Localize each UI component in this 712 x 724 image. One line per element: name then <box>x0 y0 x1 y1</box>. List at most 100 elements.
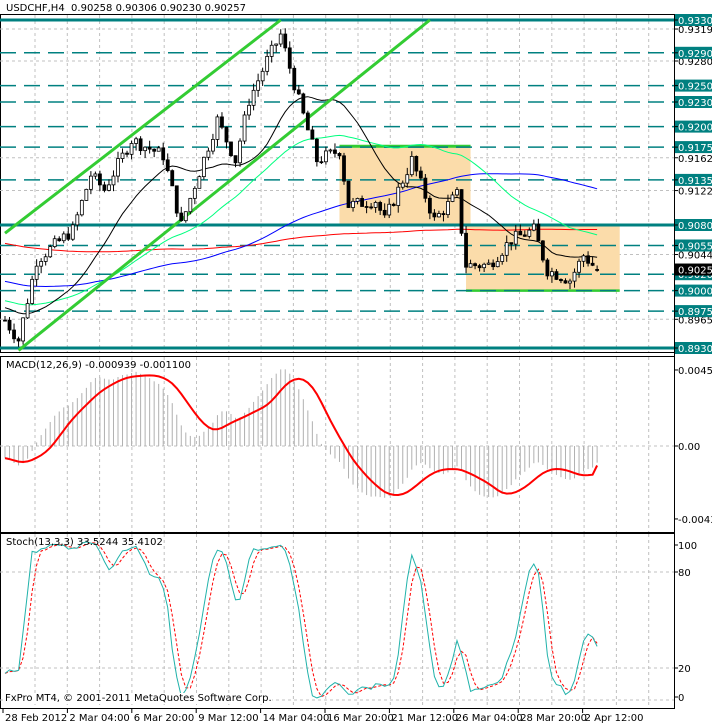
candle-body <box>278 33 283 45</box>
candle-body <box>581 255 586 262</box>
candle-body <box>269 44 274 57</box>
price-level-label: 0.91750 <box>678 143 712 154</box>
candle-body <box>188 197 193 213</box>
candle-body <box>192 187 197 199</box>
candle-body <box>3 319 7 322</box>
candle-body <box>346 180 351 208</box>
candle-body <box>98 173 102 186</box>
candle-body <box>337 153 342 157</box>
candle <box>201 156 206 180</box>
candle-body <box>75 214 80 226</box>
candle-body <box>418 170 423 179</box>
candle <box>346 180 351 208</box>
candle-body <box>364 206 369 208</box>
candle-body <box>152 148 157 152</box>
stoch-label: Stoch(13,3,3) 33.5244 35.4102 <box>6 537 163 548</box>
candle <box>229 141 233 158</box>
ohlc-label: 0.90258 0.90306 0.90230 0.90257 <box>71 3 246 14</box>
time-axis-label: 14 Mar 04:00 <box>263 713 330 724</box>
candle <box>84 188 89 201</box>
candle-body <box>495 261 500 268</box>
candle-body <box>305 112 310 131</box>
candle-body <box>450 194 455 202</box>
candle-body <box>147 146 152 150</box>
candle <box>464 226 468 274</box>
candle-body <box>531 223 536 231</box>
candle <box>192 186 197 205</box>
candle-body <box>441 213 446 216</box>
candle-body <box>351 200 355 208</box>
candle <box>292 65 297 94</box>
candle <box>34 259 39 287</box>
candle <box>333 143 337 158</box>
candle <box>211 133 215 155</box>
candle-body <box>342 155 346 182</box>
candle <box>540 240 545 263</box>
candle-body <box>310 129 315 140</box>
stoch-axis-label: 0 <box>678 693 684 704</box>
candle-body <box>84 188 89 201</box>
candle-body <box>559 279 563 282</box>
candle <box>39 258 44 274</box>
candle-body <box>437 213 441 218</box>
macd-axis-label: 0.00457 <box>678 366 712 377</box>
candle-body <box>536 223 541 242</box>
candle <box>98 170 102 192</box>
candle-body <box>16 338 21 342</box>
candle-body <box>7 319 12 331</box>
price-level-label: 0.92300 <box>678 98 712 109</box>
candle <box>224 126 229 149</box>
candle-body <box>491 262 496 268</box>
candle <box>120 148 125 163</box>
candle <box>57 236 62 242</box>
candle-body <box>66 233 71 240</box>
candle-body <box>256 80 261 91</box>
candle-body <box>120 152 125 159</box>
candle-body <box>373 202 378 208</box>
candle-body <box>52 238 57 248</box>
candle-body <box>215 116 220 140</box>
time-axis-label: 2 Apr 12:00 <box>585 713 644 724</box>
candle-body <box>414 156 419 172</box>
candle <box>238 138 242 167</box>
stoch-axis-label: 20 <box>678 664 691 675</box>
candle <box>531 219 536 232</box>
candle-body <box>21 317 25 342</box>
candle-body <box>301 93 306 114</box>
candle-body <box>107 184 111 191</box>
candle-body <box>165 159 170 172</box>
candle <box>296 84 301 96</box>
candle <box>79 199 84 217</box>
candle-body <box>43 256 48 262</box>
candle-body <box>102 184 107 191</box>
candle-body <box>179 212 184 222</box>
candle <box>251 83 256 111</box>
time-axis-label: 2 Mar 04:00 <box>69 713 129 724</box>
candle-body <box>527 229 532 237</box>
candle-body <box>409 156 414 176</box>
candle-body <box>513 230 518 245</box>
price-level-label: 0.89300 <box>678 344 712 355</box>
time-axis-label: 16 Mar 20:00 <box>327 713 394 724</box>
candle <box>423 174 428 203</box>
candle <box>147 140 152 154</box>
candle-body <box>283 33 288 49</box>
candle <box>269 40 274 63</box>
candle-body <box>220 116 224 128</box>
candle-body <box>405 174 410 184</box>
price-level-label: 0.90000 <box>678 287 712 298</box>
candle-body <box>292 67 297 91</box>
price-level-label: 0.92000 <box>678 123 712 134</box>
candle <box>305 110 310 131</box>
candle-body <box>459 189 464 234</box>
candle-body <box>111 175 116 186</box>
candle <box>197 175 202 189</box>
candle <box>459 189 464 236</box>
candle-body <box>455 189 459 196</box>
candle-body <box>545 259 550 277</box>
candle-body <box>572 271 577 282</box>
price-level-label: 0.90550 <box>678 242 712 253</box>
time-axis-label: 21 Mar 12:00 <box>391 713 458 724</box>
candle-body <box>432 212 437 218</box>
candle <box>129 140 134 160</box>
